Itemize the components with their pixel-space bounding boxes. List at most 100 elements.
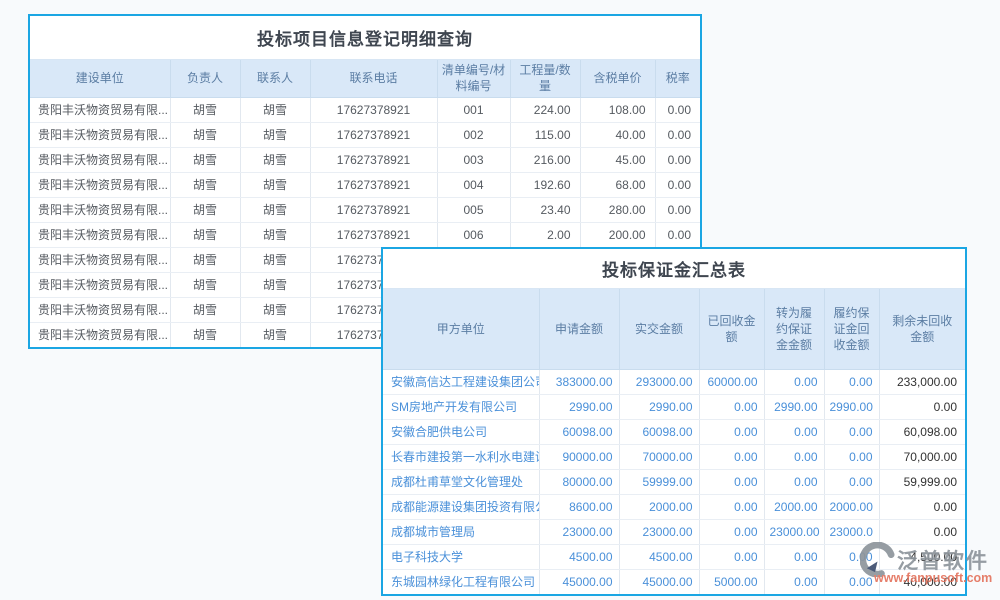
table-cell: 胡雪	[240, 297, 310, 322]
detail-table-title: 投标项目信息登记明细查询	[30, 16, 700, 60]
table-cell: 2990.00	[539, 394, 619, 419]
table-cell: 45.00	[580, 147, 655, 172]
table-cell: 胡雪	[170, 147, 240, 172]
table-cell: 0.00	[824, 469, 879, 494]
table-cell: 8600.00	[539, 494, 619, 519]
table-cell: 0.00	[655, 197, 700, 222]
table-cell: 胡雪	[240, 197, 310, 222]
table-row[interactable]: 安徽高信达工程建设集团公司383000.00293000.0060000.000…	[383, 369, 965, 394]
table-row[interactable]: 贵阳丰沃物资贸易有限...胡雪胡雪17627378921004192.6068.…	[30, 172, 700, 197]
table-cell: 70000.00	[619, 444, 699, 469]
table-cell: 成都能源建设集团投资有限公	[383, 494, 539, 519]
table-cell: 60,098.00	[879, 419, 965, 444]
table-cell: 2000.00	[824, 494, 879, 519]
table-cell: 成都杜甫草堂文化管理处	[383, 469, 539, 494]
table-cell: 胡雪	[170, 122, 240, 147]
column-header: 工程量/数量	[510, 60, 580, 97]
table-row[interactable]: 贵阳丰沃物资贸易有限...胡雪胡雪17627378921002115.0040.…	[30, 122, 700, 147]
table-cell: 0.00	[699, 419, 764, 444]
table-cell: 45000.00	[619, 569, 699, 594]
column-header: 转为履约保证金金额	[764, 289, 824, 369]
table-cell: 0.00	[699, 494, 764, 519]
table-cell: 贵阳丰沃物资贸易有限...	[30, 97, 170, 122]
table-row[interactable]: 贵阳丰沃物资贸易有限...胡雪胡雪176273789210062.00200.0…	[30, 222, 700, 247]
table-cell: 胡雪	[170, 322, 240, 347]
table-cell: 0.00	[699, 519, 764, 544]
table-cell: 0.00	[655, 122, 700, 147]
table-cell: 4500.00	[619, 544, 699, 569]
column-header: 已回收金额	[699, 289, 764, 369]
table-cell: 192.60	[510, 172, 580, 197]
table-cell: 108.00	[580, 97, 655, 122]
column-header: 税率	[655, 60, 700, 97]
table-cell: 2.00	[510, 222, 580, 247]
table-cell: 2000.00	[764, 494, 824, 519]
table-cell: 0.00	[699, 394, 764, 419]
summary-table-title: 投标保证金汇总表	[383, 249, 965, 289]
table-cell: 胡雪	[240, 222, 310, 247]
table-cell: 60000.00	[699, 369, 764, 394]
table-cell: 200.00	[580, 222, 655, 247]
table-cell: 002	[437, 122, 510, 147]
table-cell: 贵阳丰沃物资贸易有限...	[30, 172, 170, 197]
table-cell: 0.00	[879, 519, 965, 544]
fanpu-watermark: 泛普软件 www.fanpusoft.com	[860, 542, 998, 585]
table-cell: 0.00	[764, 569, 824, 594]
table-cell: 0.00	[824, 419, 879, 444]
table-row[interactable]: 贵阳丰沃物资贸易有限...胡雪胡雪1762737892100523.40280.…	[30, 197, 700, 222]
column-header: 含税单价	[580, 60, 655, 97]
table-row[interactable]: 安徽合肥供电公司60098.0060098.000.000.000.0060,0…	[383, 419, 965, 444]
table-cell: 贵阳丰沃物资贸易有限...	[30, 297, 170, 322]
table-cell: 0.00	[764, 369, 824, 394]
column-header: 联系电话	[310, 60, 437, 97]
column-header: 剩余未回收金额	[879, 289, 965, 369]
table-cell: 59999.00	[619, 469, 699, 494]
table-cell: 贵阳丰沃物资贸易有限...	[30, 247, 170, 272]
table-cell: 安徽合肥供电公司	[383, 419, 539, 444]
table-cell: 005	[437, 197, 510, 222]
table-row[interactable]: 成都能源建设集团投资有限公8600.002000.000.002000.0020…	[383, 494, 965, 519]
table-cell: 胡雪	[240, 322, 310, 347]
table-cell: 004	[437, 172, 510, 197]
table-cell: 0.00	[655, 97, 700, 122]
table-cell: 2000.00	[619, 494, 699, 519]
table-row[interactable]: 成都杜甫草堂文化管理处80000.0059999.000.000.000.005…	[383, 469, 965, 494]
table-cell: 17627378921	[310, 122, 437, 147]
table-cell: 东城园林绿化工程有限公司	[383, 569, 539, 594]
table-row[interactable]: 长春市建投第一水利水电建设90000.0070000.000.000.000.0…	[383, 444, 965, 469]
table-cell: 胡雪	[170, 247, 240, 272]
table-row[interactable]: 贵阳丰沃物资贸易有限...胡雪胡雪17627378921003216.0045.…	[30, 147, 700, 172]
table-cell: 2990.00	[824, 394, 879, 419]
table-cell: 90000.00	[539, 444, 619, 469]
table-cell: 0.00	[699, 469, 764, 494]
table-cell: 0.00	[764, 419, 824, 444]
table-row[interactable]: 成都城市管理局23000.0023000.000.0023000.0023000…	[383, 519, 965, 544]
column-header: 实交金额	[619, 289, 699, 369]
table-cell: 115.00	[510, 122, 580, 147]
column-header: 申请金额	[539, 289, 619, 369]
table-cell: 80000.00	[539, 469, 619, 494]
table-row[interactable]: SM房地产开发有限公司2990.002990.000.002990.002990…	[383, 394, 965, 419]
table-cell: 0.00	[655, 147, 700, 172]
table-cell: 胡雪	[170, 272, 240, 297]
table-cell: 280.00	[580, 197, 655, 222]
table-cell: 胡雪	[240, 272, 310, 297]
table-cell: 胡雪	[240, 97, 310, 122]
table-cell: 安徽高信达工程建设集团公司	[383, 369, 539, 394]
table-cell: 胡雪	[170, 197, 240, 222]
table-cell: 0.00	[655, 222, 700, 247]
table-cell: 0.00	[699, 544, 764, 569]
table-cell: 0.00	[764, 469, 824, 494]
table-cell: 216.00	[510, 147, 580, 172]
table-cell: 23000.0	[824, 519, 879, 544]
table-cell: 45000.00	[539, 569, 619, 594]
table-cell: 4500.00	[539, 544, 619, 569]
table-cell: 贵阳丰沃物资贸易有限...	[30, 197, 170, 222]
table-cell: 贵阳丰沃物资贸易有限...	[30, 122, 170, 147]
table-cell: 贵阳丰沃物资贸易有限...	[30, 222, 170, 247]
table-cell: 0.00	[764, 444, 824, 469]
table-cell: 70,000.00	[879, 444, 965, 469]
table-row[interactable]: 贵阳丰沃物资贸易有限...胡雪胡雪17627378921001224.00108…	[30, 97, 700, 122]
table-cell: 胡雪	[240, 147, 310, 172]
table-cell: 胡雪	[240, 172, 310, 197]
